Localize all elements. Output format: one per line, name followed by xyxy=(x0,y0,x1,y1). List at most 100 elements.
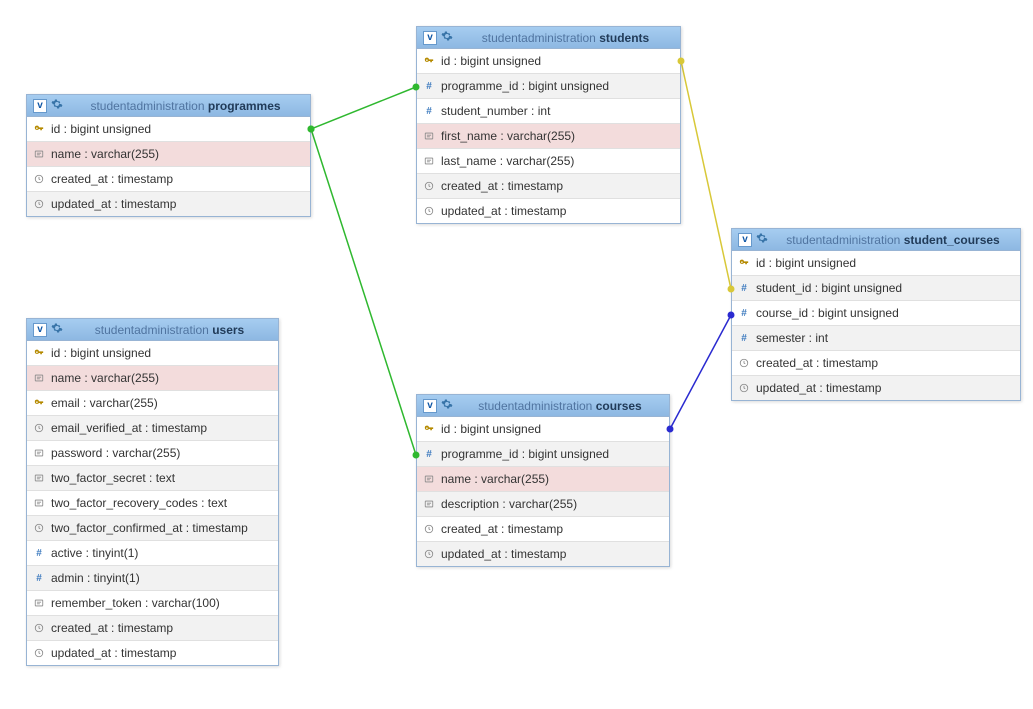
database-name: studentadministration xyxy=(90,99,204,113)
column-row[interactable]: created_at : timestamp xyxy=(417,517,669,542)
table-title: studentadministration students xyxy=(457,31,674,45)
table-student_courses[interactable]: v studentadministration student_coursesid… xyxy=(731,228,1021,401)
clock-icon xyxy=(33,174,45,184)
key-icon xyxy=(423,424,435,434)
column-label: name : varchar(255) xyxy=(441,472,549,486)
table-header[interactable]: v studentadministration courses xyxy=(417,395,669,417)
column-row[interactable]: id : bigint unsigned xyxy=(417,49,680,74)
designer-toggle-icon[interactable]: v xyxy=(33,323,47,337)
column-row[interactable]: # semester : int xyxy=(732,326,1020,351)
table-header[interactable]: v studentadministration users xyxy=(27,319,278,341)
column-row[interactable]: remember_token : varchar(100) xyxy=(27,591,278,616)
column-row[interactable]: created_at : timestamp xyxy=(417,174,680,199)
designer-toggle-icon[interactable]: v xyxy=(738,233,752,247)
clock-icon xyxy=(33,423,45,433)
key-icon xyxy=(423,56,435,66)
designer-toggle-icon[interactable]: v xyxy=(423,31,437,45)
column-row[interactable]: id : bigint unsigned xyxy=(27,341,278,366)
column-row[interactable]: created_at : timestamp xyxy=(27,616,278,641)
text-icon xyxy=(423,474,435,484)
column-label: two_factor_secret : text xyxy=(51,471,175,485)
column-row[interactable]: created_at : timestamp xyxy=(27,167,310,192)
column-row[interactable]: updated_at : timestamp xyxy=(732,376,1020,400)
column-row[interactable]: updated_at : timestamp xyxy=(27,641,278,665)
column-label: updated_at : timestamp xyxy=(756,381,881,395)
table-users[interactable]: v studentadministration users id : bigint … xyxy=(26,318,279,666)
column-label: id : bigint unsigned xyxy=(441,422,541,436)
column-row[interactable]: # programme_id : bigint unsigned xyxy=(417,442,669,467)
table-name: students xyxy=(599,31,649,45)
clock-icon xyxy=(33,199,45,209)
column-row[interactable]: #admin : tinyint(1) xyxy=(27,566,278,591)
column-label: two_factor_recovery_codes : text xyxy=(51,496,227,510)
database-name: studentadministration xyxy=(478,399,592,413)
column-row[interactable]: #student_id : bigint unsigned xyxy=(732,276,1020,301)
table-name: programmes xyxy=(208,99,281,113)
column-row[interactable]: two_factor_recovery_codes : text xyxy=(27,491,278,516)
column-label: created_at : timestamp xyxy=(756,356,878,370)
key-icon xyxy=(33,124,45,134)
table-header[interactable]: v studentadministration students xyxy=(417,27,680,49)
table-courses[interactable]: v studentadministration courses id : bigin… xyxy=(416,394,670,567)
hash-icon: # xyxy=(33,573,45,584)
gear-icon[interactable] xyxy=(756,232,768,247)
column-row[interactable]: first_name : varchar(255) xyxy=(417,124,680,149)
hash-icon: # xyxy=(423,449,435,460)
column-label: updated_at : timestamp xyxy=(441,547,566,561)
column-row[interactable]: last_name : varchar(255) xyxy=(417,149,680,174)
column-row[interactable]: id : bigint unsigned xyxy=(732,251,1020,276)
column-label: course_id : bigint unsigned xyxy=(756,306,899,320)
text-icon xyxy=(33,149,45,159)
column-row[interactable]: # active : tinyint(1) xyxy=(27,541,278,566)
column-row[interactable]: email_verified_at : timestamp xyxy=(27,416,278,441)
column-label: email : varchar(255) xyxy=(51,396,158,410)
designer-toggle-icon[interactable]: v xyxy=(33,99,47,113)
table-header[interactable]: v studentadministration student_courses xyxy=(732,229,1020,251)
column-label: name : varchar(255) xyxy=(51,371,159,385)
table-name: courses xyxy=(596,399,642,413)
designer-toggle-icon[interactable]: v xyxy=(423,399,437,413)
table-name: student_courses xyxy=(904,233,1000,247)
clock-icon xyxy=(33,623,45,633)
column-label: student_number : int xyxy=(441,104,550,118)
column-label: semester : int xyxy=(756,331,828,345)
clock-icon xyxy=(423,524,435,534)
column-label: created_at : timestamp xyxy=(441,522,563,536)
table-programmes[interactable]: v studentadministration programmes id : bi… xyxy=(26,94,311,217)
gear-icon[interactable] xyxy=(441,398,453,413)
column-row[interactable]: id : bigint unsigned xyxy=(27,117,310,142)
column-row[interactable]: updated_at : timestamp xyxy=(417,199,680,223)
column-row[interactable]: two_factor_confirmed_at : timestamp xyxy=(27,516,278,541)
column-row[interactable]: created_at : timestamp xyxy=(732,351,1020,376)
hash-icon: # xyxy=(738,333,750,344)
column-row[interactable]: name : varchar(255) xyxy=(27,142,310,167)
column-row[interactable]: name : varchar(255) xyxy=(417,467,669,492)
column-row[interactable]: name : varchar(255) xyxy=(27,366,278,391)
gear-icon[interactable] xyxy=(441,30,453,45)
hash-icon: # xyxy=(33,548,45,559)
column-label: created_at : timestamp xyxy=(51,172,173,186)
column-row[interactable]: email : varchar(255) xyxy=(27,391,278,416)
column-row[interactable]: updated_at : timestamp xyxy=(417,542,669,566)
text-icon xyxy=(33,598,45,608)
database-name: studentadministration xyxy=(786,233,900,247)
table-students[interactable]: v studentadministration students id : bigi… xyxy=(416,26,681,224)
column-row[interactable]: #course_id : bigint unsigned xyxy=(732,301,1020,326)
column-row[interactable]: #programme_id : bigint unsigned xyxy=(417,74,680,99)
column-row[interactable]: #student_number : int xyxy=(417,99,680,124)
gear-icon[interactable] xyxy=(51,98,63,113)
table-title: studentadministration users xyxy=(67,323,272,337)
column-label: programme_id : bigint unsigned xyxy=(441,447,609,461)
column-label: active : tinyint(1) xyxy=(51,546,138,560)
column-row[interactable]: id : bigint unsigned xyxy=(417,417,669,442)
gear-icon[interactable] xyxy=(51,322,63,337)
column-row[interactable]: updated_at : timestamp xyxy=(27,192,310,216)
column-row[interactable]: two_factor_secret : text xyxy=(27,466,278,491)
column-label: updated_at : timestamp xyxy=(51,197,176,211)
column-label: two_factor_confirmed_at : timestamp xyxy=(51,521,248,535)
clock-icon xyxy=(423,181,435,191)
column-row[interactable]: description : varchar(255) xyxy=(417,492,669,517)
table-header[interactable]: v studentadministration programmes xyxy=(27,95,310,117)
table-name: users xyxy=(212,323,244,337)
column-row[interactable]: password : varchar(255) xyxy=(27,441,278,466)
